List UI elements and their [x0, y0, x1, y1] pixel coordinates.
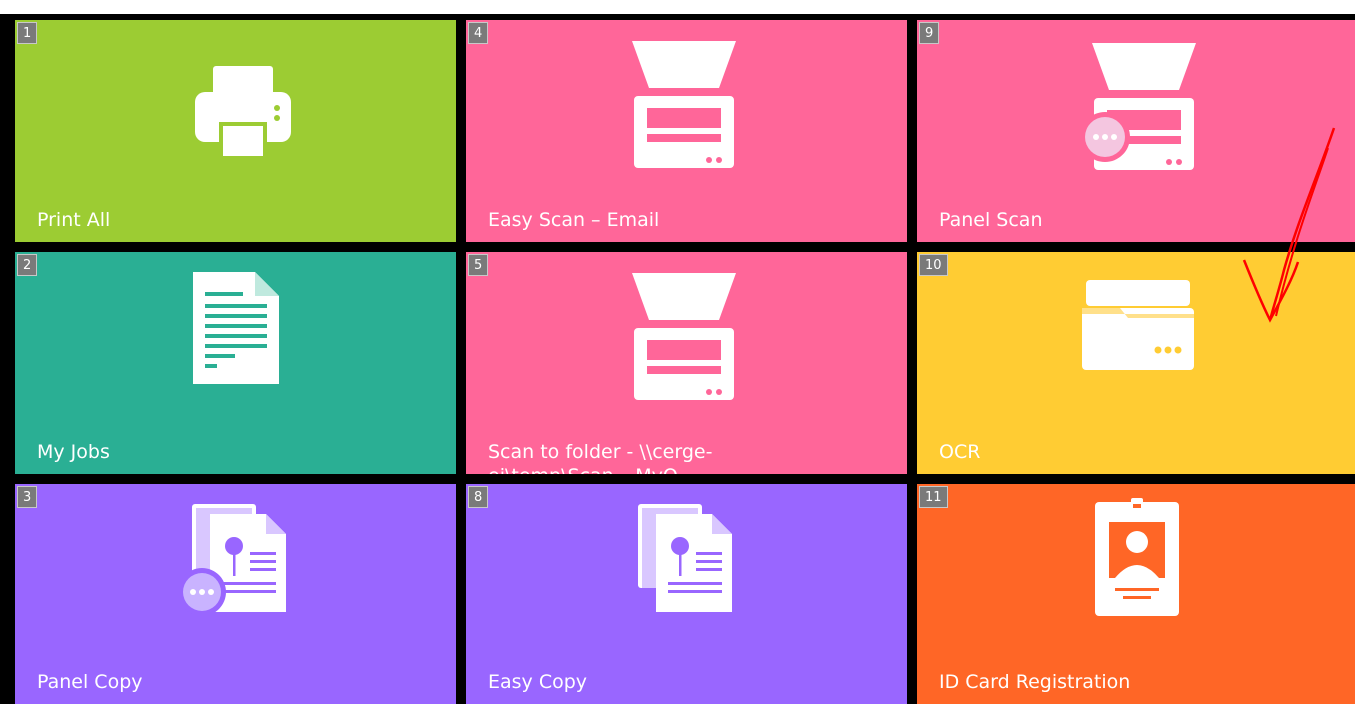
tile-label: My Jobs: [37, 441, 110, 463]
tile-label: Easy Copy: [488, 671, 588, 693]
scanner-icon: [632, 41, 736, 168]
copy-icon: [638, 504, 732, 612]
printer-icon: [195, 66, 291, 156]
tile-my-jobs[interactable]: 2 My Jobs: [15, 252, 456, 474]
tile-number: 2: [17, 254, 38, 276]
tile-label: Panel Scan: [939, 209, 1043, 231]
tile-label: Print All: [37, 209, 111, 231]
scanner-icon: [632, 273, 736, 400]
tile-print-all[interactable]: 1 Print All: [15, 20, 456, 242]
copy-more-icon: [180, 504, 286, 614]
tile-easy-scan-email[interactable]: 4 Easy Scan – Email: [466, 20, 907, 242]
tile-scan-to-folder[interactable]: 5 Scan to folder - \\cerge-ei\temp\Scan …: [466, 252, 907, 474]
tile-easy-copy[interactable]: 8 Easy Copy: [466, 484, 907, 704]
tile-label: ID Card Registration: [939, 671, 1131, 693]
id-card-icon: [1095, 498, 1179, 616]
tile-panel-copy[interactable]: 3 Panel Copy: [15, 484, 456, 704]
document-icon: [193, 272, 279, 384]
tile-panel-scan[interactable]: 9 Panel Scan: [917, 20, 1355, 242]
scanner-more-icon: [1080, 43, 1196, 170]
tile-number: 4: [468, 22, 489, 44]
tile-number: 8: [468, 486, 489, 508]
tile-number: 9: [919, 22, 940, 44]
tile-label: Easy Scan – Email: [488, 209, 660, 231]
tile-id-card-registration[interactable]: 11 ID Card Registration: [917, 484, 1355, 704]
tile-number: 11: [919, 486, 948, 508]
tile-label: Panel Copy: [37, 671, 143, 693]
tile-number: 3: [17, 486, 38, 508]
tile-ocr[interactable]: 10 OCR: [917, 252, 1355, 474]
tile-label: OCR: [939, 441, 981, 463]
tile-number: 10: [919, 254, 948, 276]
tile-number: 1: [17, 22, 38, 44]
top-strip: [0, 0, 1355, 14]
tile-label: Scan to folder - \\cerge-ei\temp\Scan – …: [488, 441, 713, 474]
tile-number: 5: [468, 254, 489, 276]
folder-icon: [1082, 280, 1194, 370]
